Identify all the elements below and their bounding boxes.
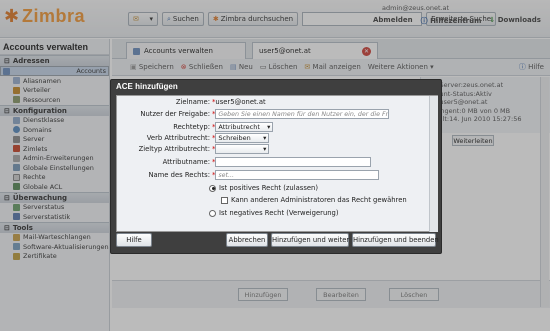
- verb-label: Verb Attributrecht:: [146, 134, 210, 142]
- target-name-label: Zielname:: [175, 98, 210, 106]
- add-and-continue-button[interactable]: Hinzufügen und weiter: [271, 233, 349, 247]
- target-type-label: Zieltyp Attributrecht:: [138, 145, 210, 153]
- attr-name-label: Attributname:: [162, 158, 210, 166]
- negative-right-option[interactable]: Ist negatives Recht (Verweigerung): [209, 209, 339, 217]
- positive-label: Ist positives Recht (zulassen): [219, 184, 319, 192]
- negative-label: Ist negatives Recht (Verweigerung): [219, 209, 339, 217]
- verb-value: Schreiben: [218, 134, 251, 142]
- right-name-label: Name des Rechts:: [148, 171, 210, 179]
- target-type-select[interactable]: ▾: [215, 144, 270, 154]
- right-type-select[interactable]: Attributrecht ▾: [215, 122, 274, 132]
- can-grant-option[interactable]: Kann anderen Administratoren das Recht g…: [221, 196, 407, 204]
- grantee-label: Nutzer der Freigabe:: [140, 110, 210, 118]
- can-grant-checkbox[interactable]: [221, 196, 228, 204]
- chevron-down-icon: ▾: [263, 134, 267, 142]
- right-name-input[interactable]: set...: [215, 170, 380, 180]
- target-name-value: user5@onet.at: [215, 98, 266, 106]
- add-and-finish-button[interactable]: Hinzufügen und beenden: [352, 233, 439, 247]
- positive-radio[interactable]: [209, 184, 216, 192]
- negative-radio[interactable]: [209, 209, 216, 217]
- attr-name-input[interactable]: [215, 157, 372, 167]
- cancel-button[interactable]: Abbrechen: [226, 233, 268, 247]
- dialog-body: Zielname: * user5@onet.at Nutzer der Fre…: [116, 95, 438, 232]
- verb-select[interactable]: Schreiben ▾: [215, 133, 270, 143]
- dialog-help-button[interactable]: Hilfe: [116, 233, 152, 247]
- dialog-footer: Hilfe Abbrechen Hinzufügen und weiter Hi…: [116, 233, 439, 250]
- can-grant-label: Kann anderen Administratoren das Recht g…: [231, 196, 407, 204]
- grantee-input[interactable]: Geben Sie einen Namen für den Nutzer ein…: [215, 109, 390, 119]
- right-type-label: Rechtetyp:: [173, 123, 210, 131]
- right-type-value: Attributrecht: [218, 123, 260, 131]
- positive-right-option[interactable]: Ist positives Recht (zulassen): [209, 184, 318, 192]
- dialog-scrollbar[interactable]: [429, 96, 438, 232]
- add-ace-dialog: ACE hinzufügen Zielname: * user5@onet.at…: [110, 79, 442, 254]
- chevron-down-icon: ▾: [267, 123, 271, 131]
- dialog-title: ACE hinzufügen: [116, 82, 178, 91]
- chevron-down-icon: ▾: [263, 145, 267, 153]
